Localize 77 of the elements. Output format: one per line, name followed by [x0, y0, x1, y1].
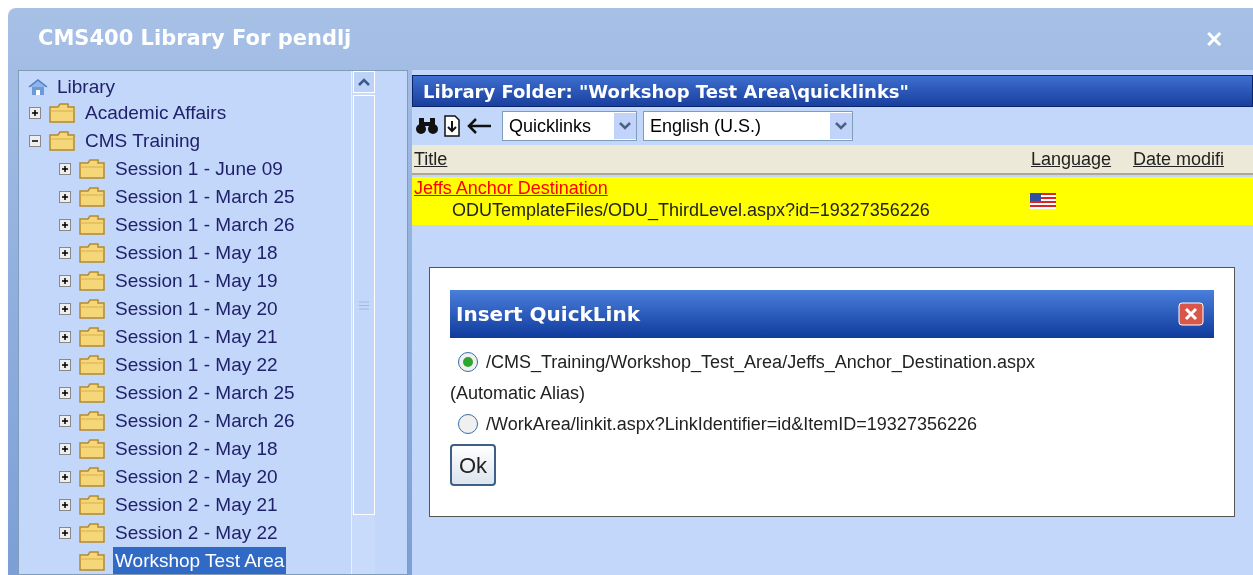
folder-icon [79, 411, 105, 431]
language-dropdown[interactable]: English (U.S.) [643, 111, 853, 141]
expand-icon[interactable] [59, 331, 71, 343]
column-header[interactable]: Title [412, 145, 1031, 173]
tree-item[interactable]: Session 1 - March 25 [113, 182, 297, 212]
library-home-icon [27, 78, 49, 96]
tree-item[interactable]: Session 2 - May 18 [113, 434, 280, 464]
folder-icon [79, 467, 105, 487]
column-header[interactable]: Date modifi [1133, 145, 1253, 173]
expand-icon[interactable] [59, 219, 71, 231]
option-label[interactable]: /WorkArea/linkit.aspx?LinkIdentifier=id&ItemID=19327356226 [486, 410, 977, 438]
expand-icon[interactable] [59, 359, 71, 371]
folder-icon [79, 299, 105, 319]
tree-item[interactable]: Session 1 - May 18 [113, 238, 280, 268]
back-arrow-icon[interactable] [466, 117, 492, 135]
type-dropdown[interactable]: Quicklinks [502, 111, 637, 141]
option-note: (Automatic Alias) [450, 381, 587, 405]
folder-icon [79, 439, 105, 459]
folder-icon [79, 383, 105, 403]
folder-icon [79, 523, 105, 543]
column-header[interactable]: Language [1031, 145, 1133, 173]
tree-item[interactable]: Session 1 - May 21 [113, 322, 280, 352]
window-title: CMS400 Library For pendlj [38, 25, 353, 53]
expand-icon[interactable] [59, 387, 71, 399]
tree-item[interactable]: Session 2 - May 21 [113, 490, 280, 520]
dialog-title: Insert QuickLink [456, 301, 641, 328]
option-label[interactable]: /CMS_Training/Workshop_Test_Area/Jeffs_Anchor_Destination.aspx [486, 348, 1035, 376]
tree-item[interactable]: Session 2 - May 20 [113, 462, 280, 492]
folder-icon [79, 551, 105, 571]
expand-icon[interactable] [59, 471, 71, 483]
expand-icon[interactable] [59, 527, 71, 539]
scroll-thumb[interactable] [352, 95, 375, 515]
expand-icon[interactable] [29, 107, 41, 119]
grip-icon [358, 300, 369, 310]
tree-item[interactable]: CMS Training [83, 126, 203, 156]
binoculars-icon[interactable] [416, 117, 438, 135]
expand-icon[interactable] [59, 163, 71, 175]
folder-icon [79, 215, 105, 235]
tree-item[interactable]: Session 2 - March 26 [113, 406, 297, 436]
folder-icon [79, 159, 105, 179]
scroll-up-button[interactable] [352, 71, 375, 93]
folder-icon [79, 355, 105, 375]
folder-icon [49, 131, 75, 151]
expand-icon[interactable] [59, 275, 71, 287]
expand-icon[interactable] [59, 303, 71, 315]
radio-button[interactable] [458, 352, 478, 372]
folder-icon [79, 243, 105, 263]
expand-icon[interactable] [59, 443, 71, 455]
folder-icon [79, 495, 105, 515]
folder-icon [79, 327, 105, 347]
collapse-icon[interactable] [29, 135, 41, 147]
table-row[interactable]: Jeffs Anchor Destination ODUTemplateFiles/ODU_ThirdLevel.aspx?id=19327356226 [412, 177, 1253, 225]
tree-item[interactable]: Session 2 - March 25 [113, 378, 297, 408]
tree-item[interactable]: Session 1 - May 19 [113, 266, 280, 296]
tree-item[interactable]: Session 1 - May 22 [113, 350, 280, 380]
flag-icon [1030, 193, 1056, 209]
ok-button[interactable]: Ok [450, 444, 496, 486]
document-download-icon[interactable] [444, 115, 460, 137]
expand-icon[interactable] [59, 499, 71, 511]
tree-item[interactable]: Workshop Test Area [113, 546, 287, 574]
expand-icon[interactable] [59, 247, 71, 259]
folder-icon [79, 187, 105, 207]
scrollbar[interactable] [351, 71, 375, 574]
caret-icon [357, 78, 370, 86]
tree-item[interactable]: Session 1 - March 26 [113, 210, 297, 240]
folder-icon [79, 271, 105, 291]
expand-icon[interactable] [59, 415, 71, 427]
expand-icon[interactable] [59, 191, 71, 203]
folder-icon [49, 103, 75, 123]
tree-item[interactable]: Session 1 - May 20 [113, 294, 280, 324]
item-path: ODUTemplateFiles/ODU_ThirdLevel.aspx?id=19327356226 [451, 199, 931, 221]
radio-button[interactable] [458, 414, 478, 434]
folder-header: Library Folder: "Workshop Test Area\quicklinks" [412, 75, 1253, 107]
item-title-link[interactable]: Jeffs Anchor Destination [414, 177, 1030, 199]
close-icon[interactable] [1178, 302, 1204, 326]
tree-item[interactable]: Session 1 - June 09 [113, 154, 285, 184]
tree-item[interactable]: Session 2 - May 22 [113, 518, 280, 548]
